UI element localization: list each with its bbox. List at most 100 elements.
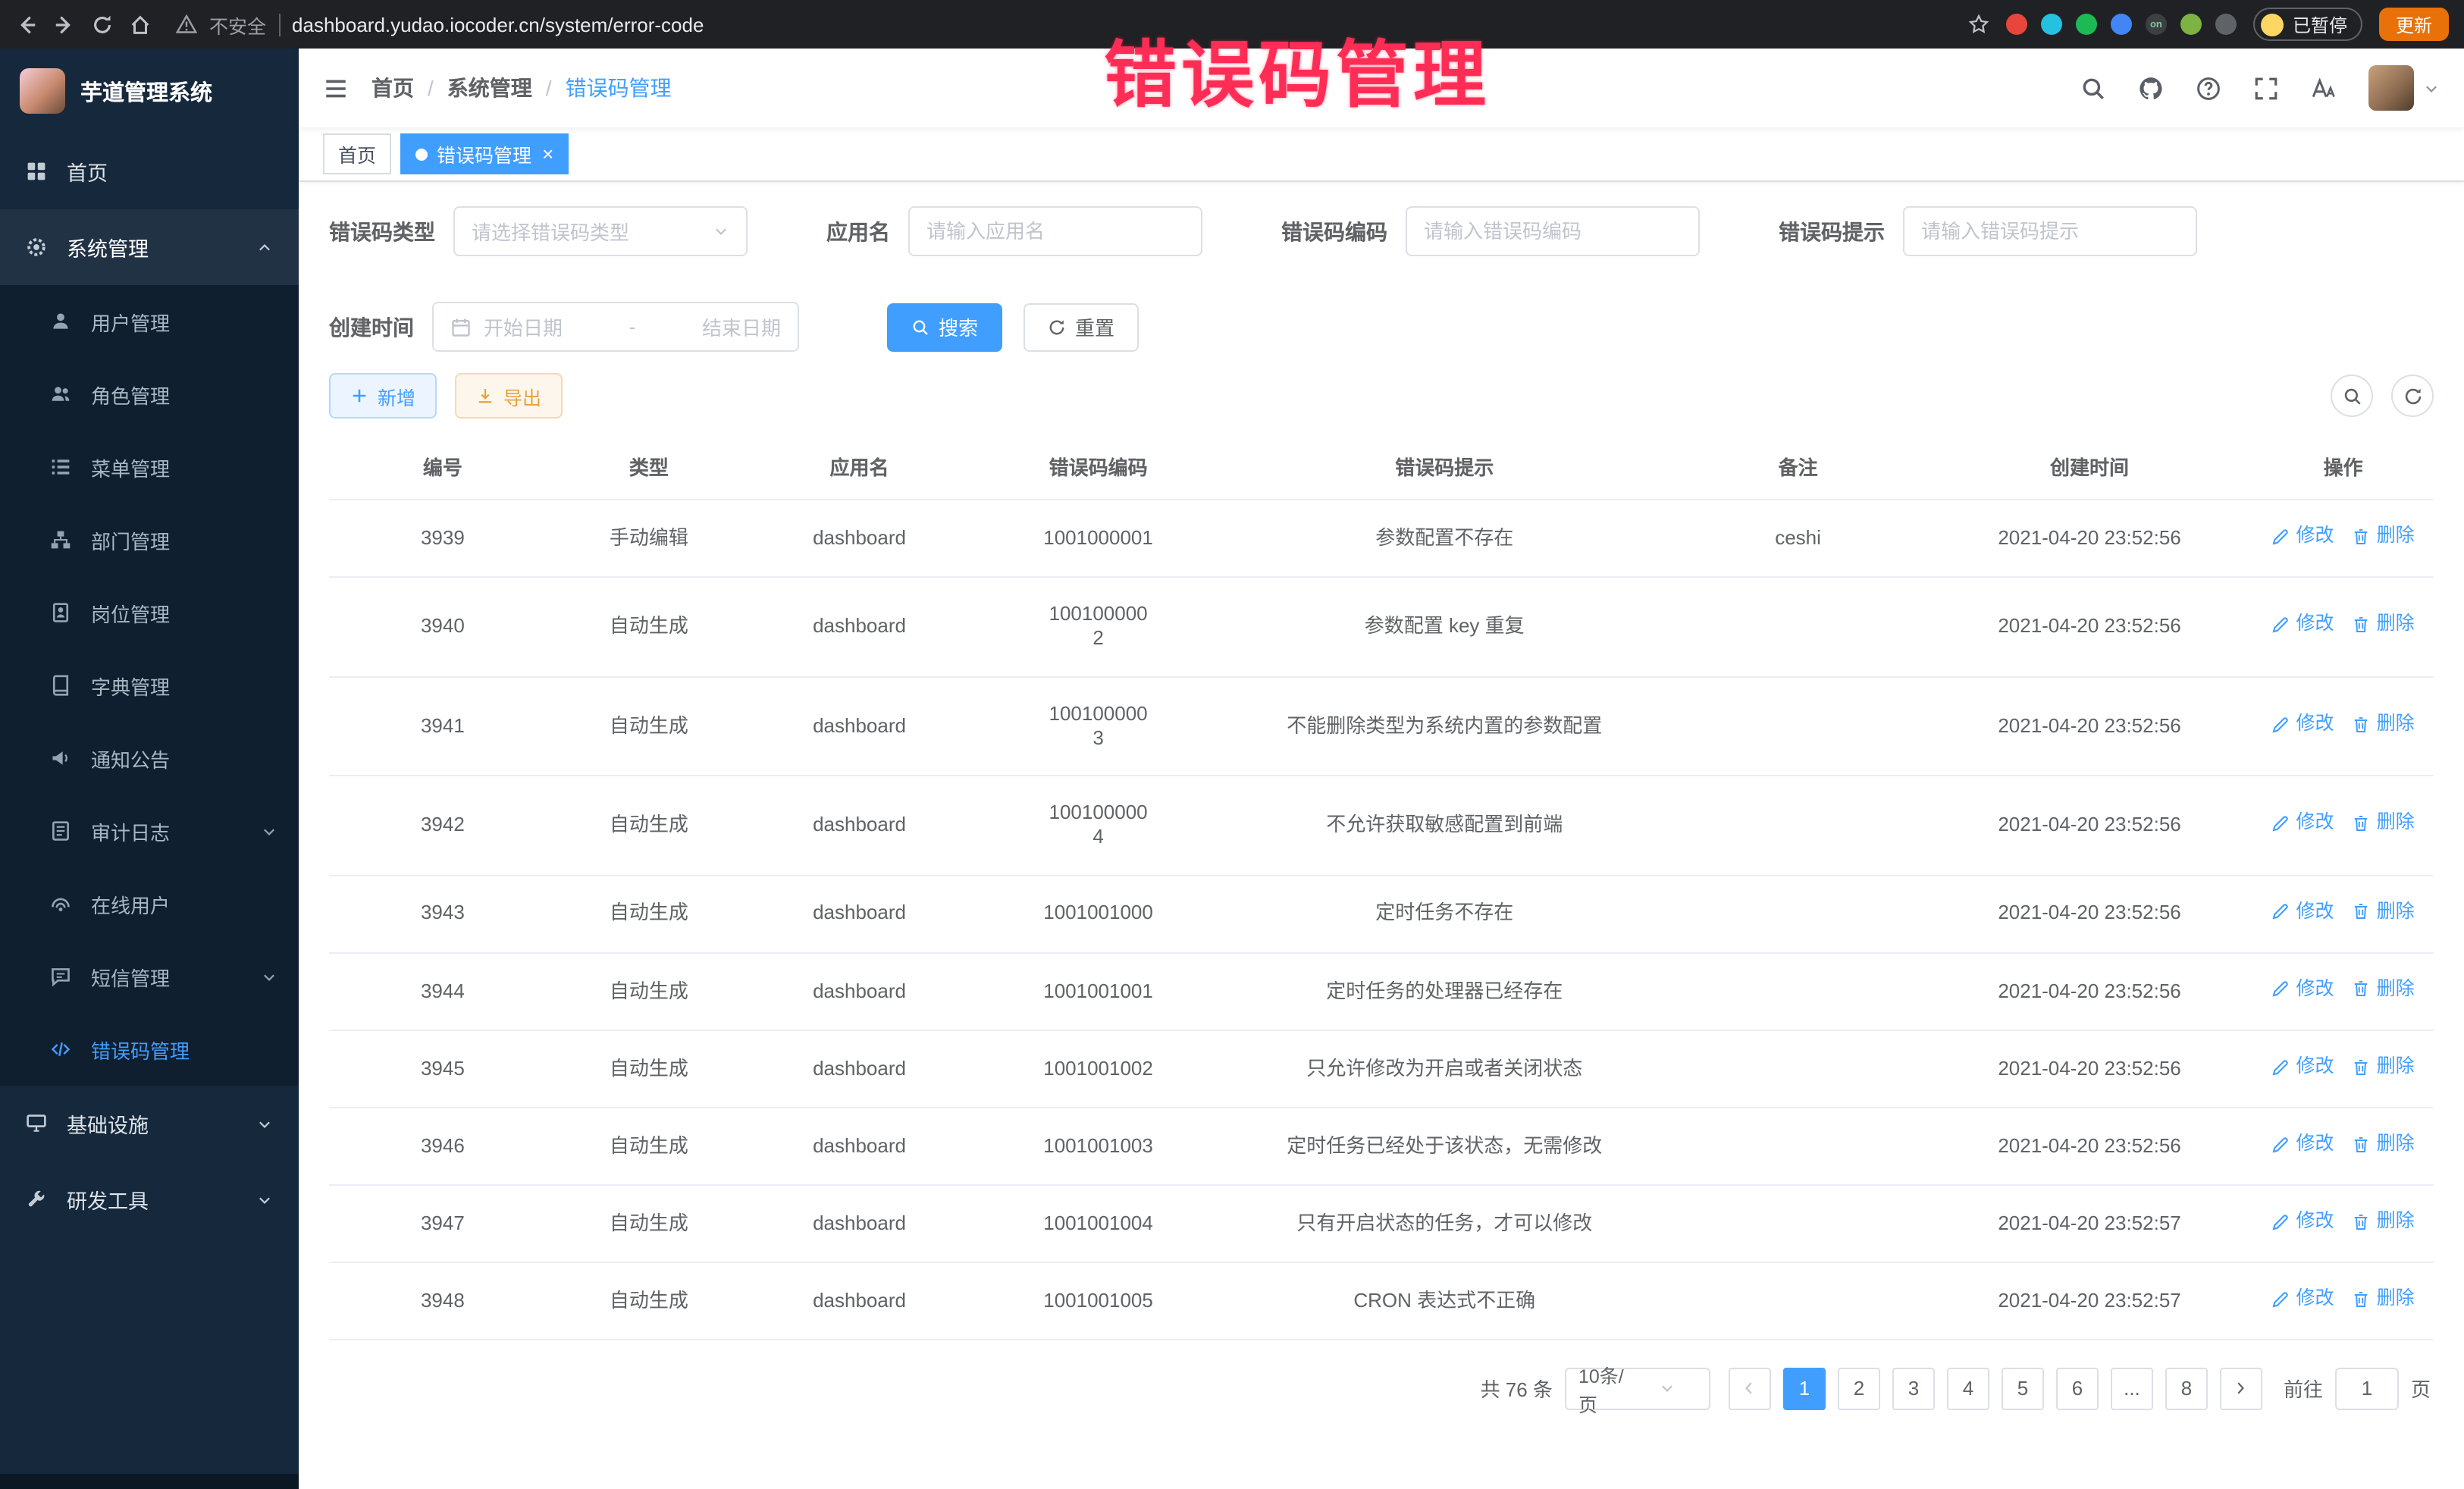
reset-button[interactable]: 重置	[1024, 303, 1139, 351]
edit-link[interactable]: 修改	[2272, 1210, 2334, 1234]
app-title: 芋道管理系统	[80, 75, 212, 107]
chrome-update-button[interactable]: 更新	[2379, 8, 2449, 41]
edit-link[interactable]: 修改	[2272, 613, 2334, 637]
search-icon[interactable]	[2080, 75, 2106, 101]
tab-home[interactable]: 首页	[323, 133, 391, 174]
edit-icon	[2272, 528, 2290, 546]
sidebar-item-sms[interactable]: 短信管理	[0, 940, 299, 1013]
sidebar-item-user[interactable]: 用户管理	[0, 285, 299, 358]
sidebar-item-devtools[interactable]: 研发工具	[0, 1161, 299, 1237]
sidebar-item-dept[interactable]: 部门管理	[0, 503, 299, 576]
delete-link[interactable]: 删除	[2353, 1133, 2415, 1156]
github-icon[interactable]	[2138, 75, 2164, 101]
user-menu[interactable]	[2368, 65, 2440, 111]
delete-link[interactable]: 删除	[2353, 812, 2415, 835]
export-button[interactable]: 导出	[455, 373, 563, 418]
sidebar-item-menu[interactable]: 菜单管理	[0, 431, 299, 503]
extension-switch[interactable]: on	[2146, 14, 2167, 35]
sidebar-item-system[interactable]: 系统管理	[0, 209, 299, 285]
extension-blue-grid[interactable]	[2111, 14, 2132, 35]
hamburger-icon[interactable]	[323, 75, 349, 101]
app-name-input[interactable]	[908, 206, 1202, 256]
org-tree-icon	[50, 529, 71, 550]
page-button-4[interactable]: 4	[1947, 1368, 1989, 1410]
menu-label: 字典管理	[91, 671, 170, 700]
search-button[interactable]: 搜索	[887, 303, 1002, 351]
sms-icon	[50, 966, 71, 987]
page-button-5[interactable]: 5	[2002, 1368, 2044, 1410]
fullscreen-icon[interactable]	[2253, 75, 2279, 101]
breadcrumb-item-0[interactable]: 首页	[371, 73, 414, 103]
delete-link[interactable]: 删除	[2353, 1210, 2415, 1234]
logo[interactable]: 芋道管理系统	[0, 49, 299, 133]
table-row: 3943自动生成dashboard1001001000定时任务不存在2021-0…	[329, 875, 2434, 952]
font-size-icon[interactable]	[2311, 75, 2337, 101]
edit-link[interactable]: 修改	[2272, 525, 2334, 548]
edit-link[interactable]: 修改	[2272, 1055, 2334, 1078]
home-icon[interactable]	[129, 13, 152, 36]
prev-page-button[interactable]	[1729, 1368, 1771, 1410]
browser-profile-chip[interactable]: 已暂停	[2253, 8, 2362, 41]
cell-actions: 修改删除	[2252, 776, 2434, 875]
extension-teal[interactable]	[2041, 14, 2062, 35]
sidebar-item-notice[interactable]: 通知公告	[0, 722, 299, 795]
chevron-down-icon	[256, 1115, 273, 1132]
back-icon[interactable]	[15, 13, 38, 36]
bookmark-star-icon[interactable]	[1968, 14, 1989, 35]
browser-urlbar[interactable]: 不安全 dashboard.yudao.iocoder.cn/system/er…	[176, 10, 1965, 39]
sidebar-item-home[interactable]: 首页	[0, 133, 299, 209]
delete-link[interactable]: 删除	[2353, 525, 2415, 548]
sidebar-item-error-code[interactable]: 错误码管理	[0, 1013, 299, 1086]
error-hint-input[interactable]	[1903, 206, 2197, 256]
cell-created: 2021-04-20 23:52:57	[1926, 1262, 2252, 1340]
delete-link[interactable]: 删除	[2353, 900, 2415, 923]
sidebar-item-dict[interactable]: 字典管理	[0, 649, 299, 722]
sidebar-item-audit-log[interactable]: 审计日志	[0, 795, 299, 867]
close-icon[interactable]: ×	[542, 144, 553, 164]
sidebar-collapse-bar[interactable]	[0, 1474, 299, 1489]
page-button-3[interactable]: 3	[1892, 1368, 1935, 1410]
edit-link[interactable]: 修改	[2272, 977, 2334, 1001]
sidebar-item-infra[interactable]: 基础设施	[0, 1086, 299, 1161]
delete-link[interactable]: 删除	[2353, 1055, 2415, 1078]
edit-link[interactable]: 修改	[2272, 713, 2334, 736]
extension-red[interactable]	[2006, 14, 2027, 35]
toggle-search-button[interactable]	[2331, 375, 2373, 417]
next-page-button[interactable]	[2220, 1368, 2262, 1410]
sidebar-item-online-user[interactable]: 在线用户	[0, 867, 299, 940]
goto-page-input[interactable]	[2335, 1368, 2399, 1410]
edit-link[interactable]: 修改	[2272, 900, 2334, 923]
add-button[interactable]: 新增	[329, 373, 437, 418]
extension-green-check[interactable]	[2076, 14, 2097, 35]
sidebar-item-post[interactable]: 岗位管理	[0, 576, 299, 649]
sidebar-item-role[interactable]: 角色管理	[0, 358, 299, 431]
page-size-select[interactable]: 10条/页	[1565, 1368, 1710, 1410]
menu-label: 在线用户	[91, 889, 170, 918]
delete-link[interactable]: 删除	[2353, 713, 2415, 736]
breadcrumb-item-1[interactable]: 系统管理	[447, 73, 532, 103]
forward-icon[interactable]	[53, 13, 76, 36]
page-ellipsis[interactable]: ...	[2111, 1368, 2153, 1410]
extension-leaf[interactable]	[2180, 14, 2202, 35]
edit-link[interactable]: 修改	[2272, 1133, 2334, 1156]
page-content: 错误码类型 请选择错误码类型 应用名 错误码编码	[299, 182, 2464, 1489]
edit-link[interactable]: 修改	[2272, 1287, 2334, 1311]
cell-actions: 修改删除	[2252, 1108, 2434, 1185]
page-button-6[interactable]: 6	[2056, 1368, 2099, 1410]
edit-link[interactable]: 修改	[2272, 812, 2334, 835]
error-type-select[interactable]: 请选择错误码类型	[453, 206, 748, 256]
delete-link[interactable]: 删除	[2353, 1287, 2415, 1311]
date-range-picker[interactable]: 开始日期 - 结束日期	[432, 302, 799, 352]
page-button-2[interactable]: 2	[1838, 1368, 1880, 1410]
cell-app: dashboard	[741, 577, 977, 676]
page-button-8[interactable]: 8	[2165, 1368, 2208, 1410]
extension-puzzle[interactable]	[2215, 14, 2237, 35]
question-icon[interactable]	[2196, 75, 2221, 101]
reload-icon[interactable]	[91, 13, 114, 36]
refresh-table-button[interactable]	[2391, 375, 2434, 417]
error-code-input[interactable]	[1406, 206, 1700, 256]
page-button-1[interactable]: 1	[1783, 1368, 1826, 1410]
delete-link[interactable]: 删除	[2353, 613, 2415, 637]
delete-link[interactable]: 删除	[2353, 977, 2415, 1001]
tab-error-code[interactable]: 错误码管理×	[400, 133, 569, 174]
